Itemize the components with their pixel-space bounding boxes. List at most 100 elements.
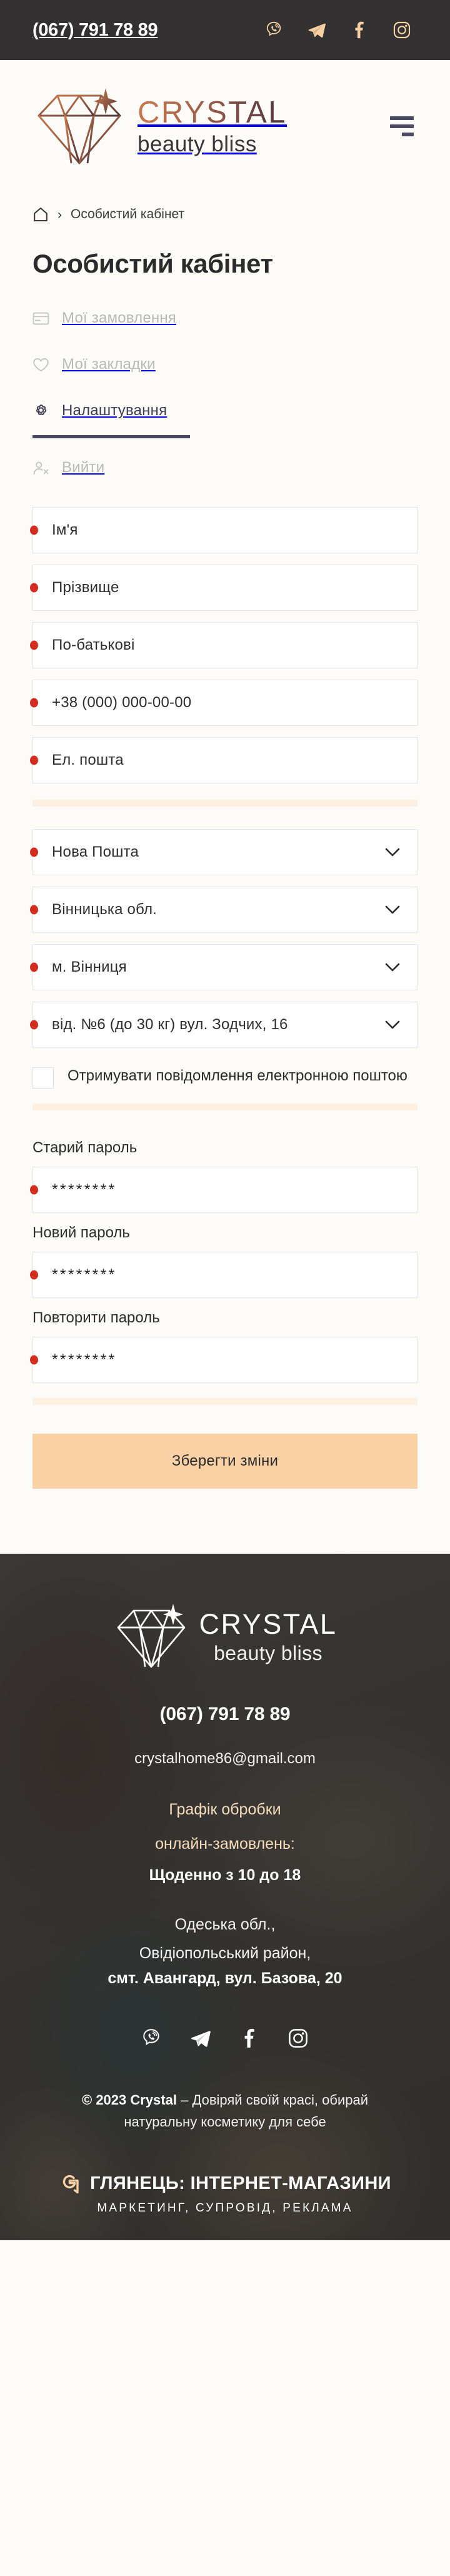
chevron-down-icon [384, 905, 401, 915]
sidebar-item-settings[interactable]: Налаштування [32, 388, 418, 434]
footer-logo-title: CRYSTAL [199, 1607, 338, 1640]
city-value: м. Вінниця [52, 958, 127, 975]
facebook-icon[interactable] [350, 21, 369, 39]
site-header: CRYSTAL beauty bliss [0, 60, 450, 193]
region-select[interactable]: Вінницька обл. [30, 887, 418, 933]
footer-phone-link[interactable]: (067) 791 78 89 [32, 1704, 418, 1725]
required-dot [30, 1020, 38, 1030]
region-value: Вінницька обл. [52, 901, 158, 918]
sidebar-item-label: Мої закладки [62, 356, 156, 373]
viber-icon[interactable] [265, 21, 284, 39]
topbar-social-links [265, 21, 418, 39]
burger-bar-1 [390, 116, 414, 120]
burger-bar-3 [402, 133, 414, 136]
last-name-value: Прізвище [52, 579, 119, 596]
last-name-field[interactable]: Прізвище [30, 565, 418, 611]
required-dot [30, 525, 38, 535]
old-password-field[interactable]: ******** [30, 1167, 418, 1213]
repeat-password-value: ******** [52, 1351, 117, 1369]
telegram-icon[interactable] [308, 21, 326, 39]
site-footer: CRYSTAL beauty bliss (067) 791 78 89 cry… [0, 1554, 450, 2240]
required-dot [30, 583, 38, 593]
new-password-value: ******** [52, 1265, 117, 1284]
branch-select[interactable]: від. №6 (до 30 кг) вул. Зодчих, 16 [30, 1002, 418, 1048]
main-content: › Особистий кабінет Особистий кабінет Мо… [0, 193, 450, 1554]
footer-logo[interactable]: CRYSTAL beauty bliss [32, 1602, 418, 1670]
sidebar-item-label: Мої замовлення [62, 309, 176, 326]
facebook-icon[interactable] [239, 2028, 260, 2049]
site-logo[interactable]: CRYSTAL beauty bliss [32, 86, 287, 167]
repeat-password-field[interactable]: ******** [30, 1337, 418, 1383]
sidebar-item-logout[interactable]: Вийти [32, 445, 418, 491]
required-dot [30, 1270, 38, 1280]
sidebar-item-bookmarks[interactable]: Мої закладки [32, 341, 418, 388]
instagram-icon[interactable] [288, 2028, 309, 2049]
footer-email-link[interactable]: crystalhome86@gmail.com [32, 1750, 418, 1768]
sidebar-item-label: Налаштування [62, 402, 168, 419]
footer-schedule-value: Щоденно з 10 до 18 [149, 1866, 301, 1884]
delivery-fields: Нова Пошта Вінницька обл. м. Вінниця від… [30, 829, 418, 1048]
required-dot [30, 847, 38, 857]
required-dot [30, 1355, 38, 1365]
telegram-icon[interactable] [190, 2028, 211, 2049]
footer-copyright-year: © 2023 Crystal [82, 2091, 177, 2108]
logo-tagline: beauty bliss [138, 132, 257, 156]
required-dot [30, 962, 38, 972]
city-select[interactable]: м. Вінниця [30, 944, 418, 990]
chevron-down-icon [384, 962, 401, 972]
branch-value: від. №6 (до 30 кг) вул. Зодчих, 16 [52, 1016, 288, 1033]
first-name-value: Ім'я [52, 521, 78, 538]
gear-icon [32, 403, 49, 420]
sidebar-item-label: Вийти [62, 459, 105, 476]
save-changes-button[interactable]: Зберегти зміни [32, 1434, 418, 1489]
required-dot [30, 698, 38, 708]
middle-name-field[interactable]: По-батькові [30, 622, 418, 668]
chevron-down-icon [384, 847, 401, 857]
personal-data-fields: Ім'я Прізвище По-батькові +38 (000) 000-… [30, 507, 418, 783]
diamond-logo-icon [32, 86, 126, 167]
footer-address-line1: Одеська обл., [174, 1915, 276, 1933]
footer-address-line3: смт. Авангард, вул. Базова, 20 [108, 1969, 342, 1987]
middle-name-value: По-батькові [52, 636, 135, 653]
page-title: Особистий кабінет [32, 249, 273, 278]
burger-bar-2 [390, 124, 414, 128]
viber-icon[interactable] [141, 2028, 162, 2049]
account-nav: Мої замовлення Мої закладки Налаштування [32, 295, 418, 491]
phone-field[interactable]: +38 (000) 000-00-00 [30, 680, 418, 726]
section-divider [32, 1398, 418, 1405]
carrier-value: Нова Пошта [52, 843, 139, 860]
hamburger-menu-icon[interactable] [390, 116, 418, 136]
email-value: Ел. пошта [52, 752, 124, 768]
active-tab-underline [32, 435, 190, 438]
footer-developer-credit[interactable]: ГЛЯНЕЦЬ: ІНТЕРНЕТ-МАГАЗИНИ МАРКЕТИНГ, СУ… [32, 2173, 418, 2215]
email-field[interactable]: Ел. пошта [30, 737, 418, 783]
carrier-select[interactable]: Нова Пошта [30, 829, 418, 875]
footer-copyright: © 2023 Crystal – Довіряй своїй красі, об… [56, 2089, 394, 2133]
section-divider [32, 1104, 418, 1110]
required-dot [30, 905, 38, 915]
heart-icon [32, 356, 49, 373]
glyanets-logo-icon [59, 2173, 80, 2195]
chevron-down-icon [384, 1020, 401, 1030]
topbar-phone-link[interactable]: (067) 791 78 89 [32, 20, 158, 41]
newsletter-checkbox[interactable] [32, 1067, 54, 1089]
repeat-password-label: Повторити пароль [32, 1309, 160, 1326]
first-name-field[interactable]: Ім'я [30, 507, 418, 553]
footer-developer-name: ГЛЯНЕЦЬ: ІНТЕРНЕТ-МАГАЗИНИ [90, 2173, 391, 2194]
newsletter-label: Отримувати повідомлення електронною пошт… [68, 1067, 408, 1084]
old-password-value: ******** [52, 1180, 117, 1199]
required-dot [30, 640, 38, 650]
new-password-field[interactable]: ******** [30, 1252, 418, 1298]
diamond-logo-icon [113, 1602, 189, 1670]
breadcrumb-separator: › [58, 207, 62, 222]
content-bottom-spacer [32, 1489, 418, 1554]
breadcrumb-current: Особистий кабінет [71, 207, 185, 221]
footer-logo-tagline: beauty bliss [214, 1641, 322, 1664]
footer-schedule-title-line1: Графік обробки [169, 1801, 281, 1818]
instagram-icon[interactable] [392, 21, 411, 39]
old-password-label: Старий пароль [32, 1139, 138, 1156]
sidebar-item-orders[interactable]: Мої замовлення [32, 295, 418, 341]
home-icon[interactable] [32, 206, 49, 223]
newsletter-checkbox-row[interactable]: Отримувати повідомлення електронною пошт… [32, 1065, 418, 1089]
required-dot [30, 755, 38, 765]
